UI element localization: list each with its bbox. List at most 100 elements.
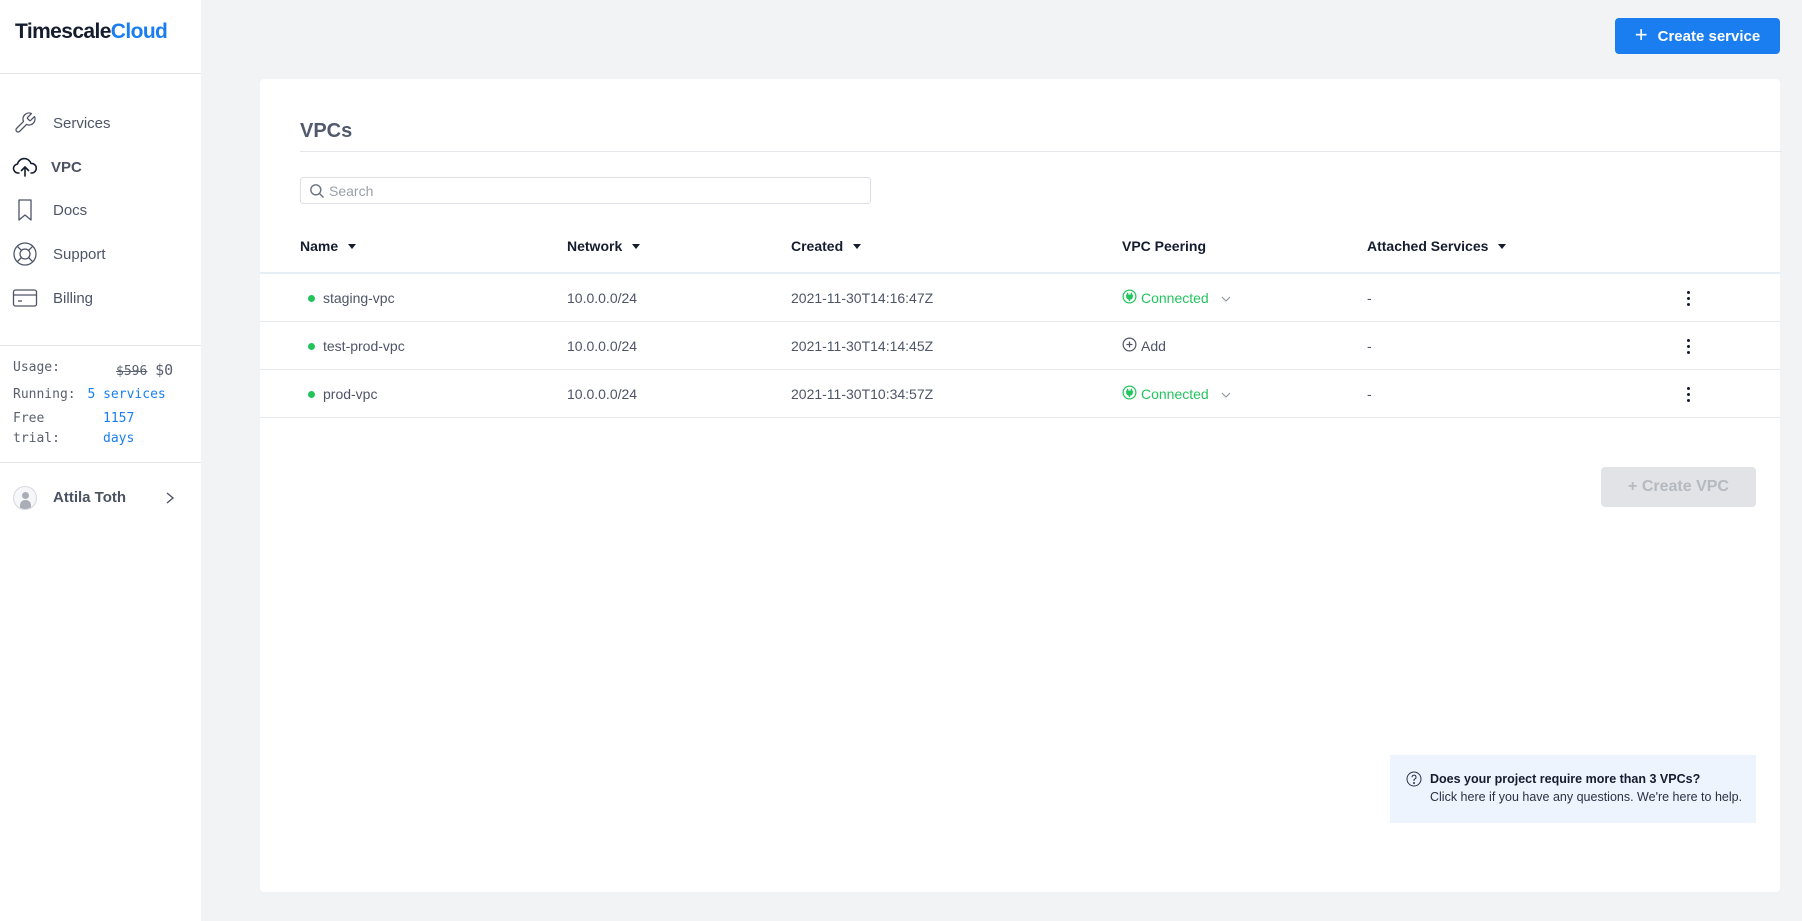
- search-box[interactable]: [300, 177, 871, 204]
- cell-created: 2021-11-30T14:16:47Z: [791, 290, 934, 306]
- sidebar-item-label: Docs: [53, 201, 88, 219]
- sidebar-item-services[interactable]: Services: [0, 103, 201, 143]
- chevron-down-icon: [1221, 386, 1231, 402]
- sidebar: TimescaleCloud Services VPC Docs Support…: [0, 0, 201, 921]
- cloud-upload-icon: [12, 154, 38, 180]
- sidebar-item-support[interactable]: Support: [0, 234, 201, 274]
- sidebar-divider: [0, 73, 201, 74]
- more-options-icon[interactable]: [1679, 289, 1697, 307]
- trial-days-unit: days: [103, 431, 135, 446]
- sort-caret-icon: [1498, 243, 1507, 249]
- vpc-name: staging-vpc: [323, 290, 395, 306]
- plug-icon: [1122, 385, 1137, 403]
- column-label: Network: [567, 238, 623, 254]
- cell-network: 10.0.0.0/24: [567, 386, 638, 402]
- create-service-label: Create service: [1657, 27, 1761, 45]
- trial-value-1: 1157: [103, 411, 134, 426]
- column-label: Name: [300, 238, 339, 254]
- plus-circle-icon: [1122, 337, 1137, 355]
- usage-label: Usage:: [13, 360, 60, 375]
- more-options-icon[interactable]: [1679, 337, 1697, 355]
- cell-created: 2021-11-30T10:34:57Z: [791, 386, 934, 402]
- trial-label: Free: [13, 411, 45, 426]
- add-vpc-peering-button[interactable]: Add: [1122, 322, 1166, 370]
- column-header-network[interactable]: Network: [567, 238, 641, 254]
- cell-name: staging-vpc: [308, 274, 395, 322]
- lifebuoy-icon: [12, 241, 38, 267]
- timescale-cloud-logo[interactable]: TimescaleCloud: [15, 20, 168, 44]
- column-header-created[interactable]: Created: [791, 238, 862, 254]
- sort-caret-icon: [853, 243, 862, 249]
- sort-caret-icon: [348, 243, 357, 249]
- more-options-icon[interactable]: [1679, 385, 1697, 403]
- user-name: Attila Toth: [53, 489, 127, 506]
- credit-card-icon: [12, 285, 38, 311]
- avatar: [13, 486, 37, 510]
- running-services-link[interactable]: 5 services: [87, 387, 165, 402]
- cell-attached-services: -: [1367, 386, 1372, 402]
- cell-attached-services: -: [1367, 290, 1372, 306]
- cell-name: test-prod-vpc: [308, 322, 405, 370]
- sidebar-item-docs[interactable]: Docs: [0, 190, 201, 230]
- usage-row: Usage:: [13, 360, 60, 375]
- status-dot-icon: [308, 342, 315, 350]
- more-vpcs-help-banner[interactable]: Does your project require more than 3 VP…: [1390, 755, 1756, 823]
- cell-created: 2021-11-30T14:14:45Z: [791, 338, 934, 354]
- sidebar-divider: [0, 462, 201, 463]
- page-title: VPCs: [300, 120, 353, 142]
- create-service-button[interactable]: + Create service: [1615, 18, 1780, 54]
- sidebar-divider: [0, 345, 201, 346]
- logo-text-cloud: Cloud: [110, 20, 168, 43]
- search-input[interactable]: [329, 182, 859, 199]
- sidebar-item-vpc[interactable]: VPC: [0, 147, 201, 187]
- cell-network: 10.0.0.0/24: [567, 338, 638, 354]
- help-banner-text: Click here if you have any questions. We…: [1430, 790, 1743, 804]
- vpc-card: VPCs Name Network Created VPC Peering At…: [260, 79, 1782, 892]
- chevron-right-icon: [163, 488, 177, 513]
- table-row[interactable]: prod-vpc 10.0.0.0/24 2021-11-30T10:34:57…: [260, 370, 1780, 418]
- sidebar-item-label: Services: [53, 114, 111, 132]
- vpc-name: test-prod-vpc: [323, 338, 405, 354]
- vpc-name: prod-vpc: [323, 386, 378, 402]
- bookmark-icon: [12, 197, 38, 223]
- cell-name: prod-vpc: [308, 370, 377, 418]
- trial-label: trial:: [13, 431, 60, 446]
- sort-caret-icon: [632, 243, 641, 249]
- title-divider: [300, 151, 1782, 152]
- column-header-name[interactable]: Name: [300, 238, 357, 254]
- sidebar-item-label: VPC: [51, 158, 82, 176]
- logo-text-timescale: Timescale: [15, 20, 111, 43]
- peering-add-label: Add: [1141, 338, 1166, 354]
- help-banner-title: Does your project require more than 3 VP…: [1430, 772, 1701, 786]
- sidebar-item-label: Support: [53, 245, 106, 263]
- sidebar-item-label: Billing: [53, 289, 94, 307]
- trial-value-2: days: [103, 431, 134, 446]
- table-row[interactable]: test-prod-vpc 10.0.0.0/24 2021-11-30T14:…: [260, 322, 1780, 370]
- search-icon: [309, 183, 325, 199]
- plug-icon: [1122, 289, 1137, 307]
- trial-row-1: Free: [13, 411, 44, 426]
- peering-status: Connected: [1141, 290, 1209, 306]
- column-header-vpc-peering: VPC Peering: [1122, 238, 1206, 254]
- question-circle-icon: [1406, 771, 1422, 792]
- user-menu[interactable]: Attila Toth: [0, 478, 201, 518]
- trial-days-count: 1157: [103, 411, 135, 426]
- plus-icon: +: [1634, 22, 1648, 47]
- cell-attached-services: -: [1367, 338, 1372, 354]
- status-dot-icon: [308, 294, 315, 302]
- create-vpc-button[interactable]: + Create VPC: [1601, 467, 1756, 507]
- vpc-peering-dropdown[interactable]: Connected: [1122, 274, 1231, 322]
- sidebar-item-billing[interactable]: Billing: [0, 278, 201, 318]
- status-dot-icon: [308, 390, 315, 398]
- column-header-attached-services[interactable]: Attached Services: [1367, 238, 1507, 254]
- running-row: Running: 5 services: [13, 387, 166, 402]
- usage-original-price: $596: [116, 364, 148, 379]
- running-label: Running:: [13, 387, 76, 402]
- usage-values: $596 $0: [116, 361, 173, 379]
- column-label: Created: [791, 238, 844, 254]
- table-row[interactable]: staging-vpc 10.0.0.0/24 2021-11-30T14:16…: [260, 274, 1780, 322]
- cell-network: 10.0.0.0/24: [567, 290, 638, 306]
- chevron-down-icon: [1221, 290, 1231, 306]
- vpc-peering-dropdown[interactable]: Connected: [1122, 370, 1231, 418]
- wrench-icon: [12, 110, 38, 136]
